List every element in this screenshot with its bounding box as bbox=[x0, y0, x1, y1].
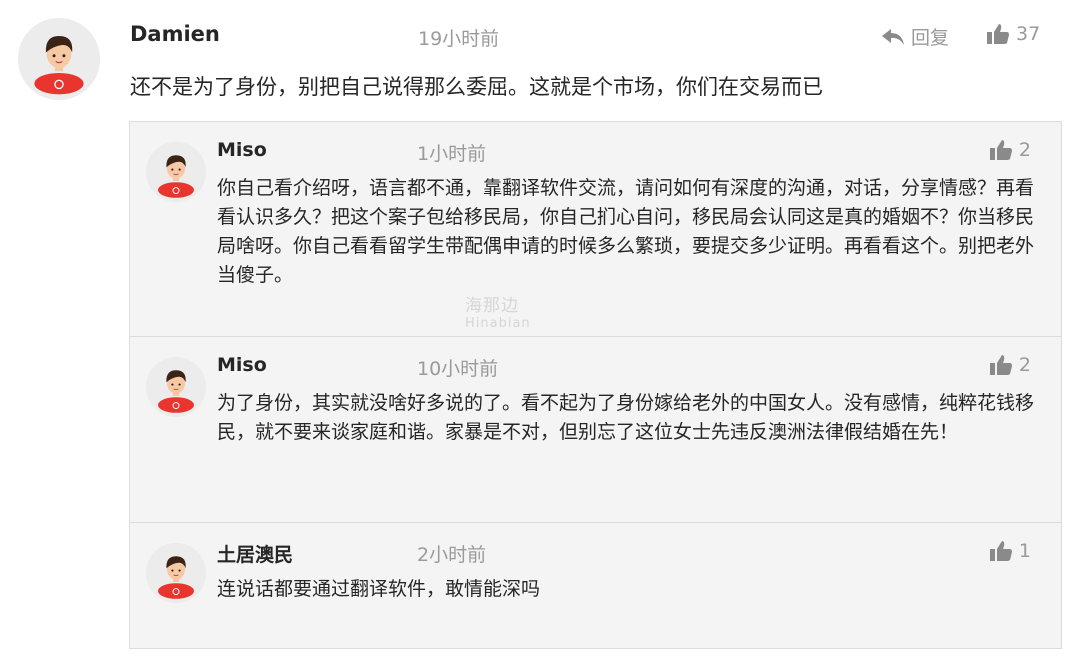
thumbs-up-icon bbox=[989, 354, 1013, 376]
watermark-line: Hinabian bbox=[465, 316, 531, 331]
reply-avatar[interactable] bbox=[146, 357, 206, 417]
reply-like-count: 2 bbox=[1018, 139, 1031, 161]
reply-item: Miso 10小时前 2 为了身份，其实就没啥好多说的了。看不起为了身份嫁给老外… bbox=[130, 337, 1061, 523]
reply-avatar[interactable] bbox=[146, 543, 206, 603]
reply-like-button[interactable]: 2 bbox=[989, 354, 1031, 376]
reply-like-button[interactable]: 2 bbox=[989, 139, 1031, 161]
reply-text: 你自己看介绍呀，语言都不通，靠翻译软件交流，请问如何有深度的沟通，对话，分享情感… bbox=[217, 177, 1035, 286]
main-comment-text: 还不是为了身份，别把自己说得那么委屈。这就是个市场，你们在交易而已 bbox=[130, 75, 823, 99]
reply-like-count: 2 bbox=[1018, 354, 1031, 376]
reply-button[interactable]: 回复 bbox=[881, 23, 949, 50]
watermark-line: 海那边 bbox=[465, 296, 519, 316]
avatar-icon bbox=[146, 543, 206, 603]
reply-author[interactable]: Miso bbox=[217, 354, 267, 376]
reply-author[interactable]: Miso bbox=[217, 139, 267, 161]
reply-item: Miso 1小时前 2 你自己看介绍呀，语言都不通，靠翻译软件交流，请问如何有深… bbox=[130, 122, 1061, 337]
main-like-count: 37 bbox=[1016, 23, 1041, 45]
main-comment-author[interactable]: Damien bbox=[130, 22, 220, 46]
reply-time: 1小时前 bbox=[417, 143, 487, 165]
main-like-button[interactable]: 37 bbox=[986, 23, 1040, 45]
reply-arrow-icon bbox=[881, 27, 905, 47]
avatar-icon bbox=[146, 142, 206, 202]
replies-container: Miso 1小时前 2 你自己看介绍呀，语言都不通，靠翻译软件交流，请问如何有深… bbox=[129, 121, 1062, 649]
avatar-icon bbox=[18, 18, 100, 100]
reply-text: 连说话都要通过翻译软件，敢情能深吗 bbox=[217, 578, 541, 600]
watermark: 海那边 Hinabian bbox=[465, 297, 531, 333]
reply-time: 10小时前 bbox=[417, 358, 499, 380]
main-comment-time: 19小时前 bbox=[418, 28, 500, 50]
avatar-icon bbox=[146, 357, 206, 417]
reply-like-button[interactable]: 1 bbox=[989, 540, 1031, 562]
reply-like-count: 1 bbox=[1018, 540, 1031, 562]
reply-time: 2小时前 bbox=[417, 544, 487, 566]
reply-avatar[interactable] bbox=[146, 142, 206, 202]
reply-author[interactable]: 土居澳民 bbox=[217, 540, 293, 567]
reply-text: 为了身份，其实就没啥好多说的了。看不起为了身份嫁给老外的中国女人。没有感情，纯粹… bbox=[217, 392, 1035, 443]
thumbs-up-icon bbox=[989, 540, 1013, 562]
reply-item: 土居澳民 2小时前 1 连说话都要通过翻译软件，敢情能深吗 bbox=[130, 523, 1061, 648]
thumbs-up-icon bbox=[989, 139, 1013, 161]
thumbs-up-icon bbox=[986, 23, 1010, 45]
reply-label: 回复 bbox=[911, 27, 950, 49]
main-comment-avatar[interactable] bbox=[18, 18, 100, 100]
